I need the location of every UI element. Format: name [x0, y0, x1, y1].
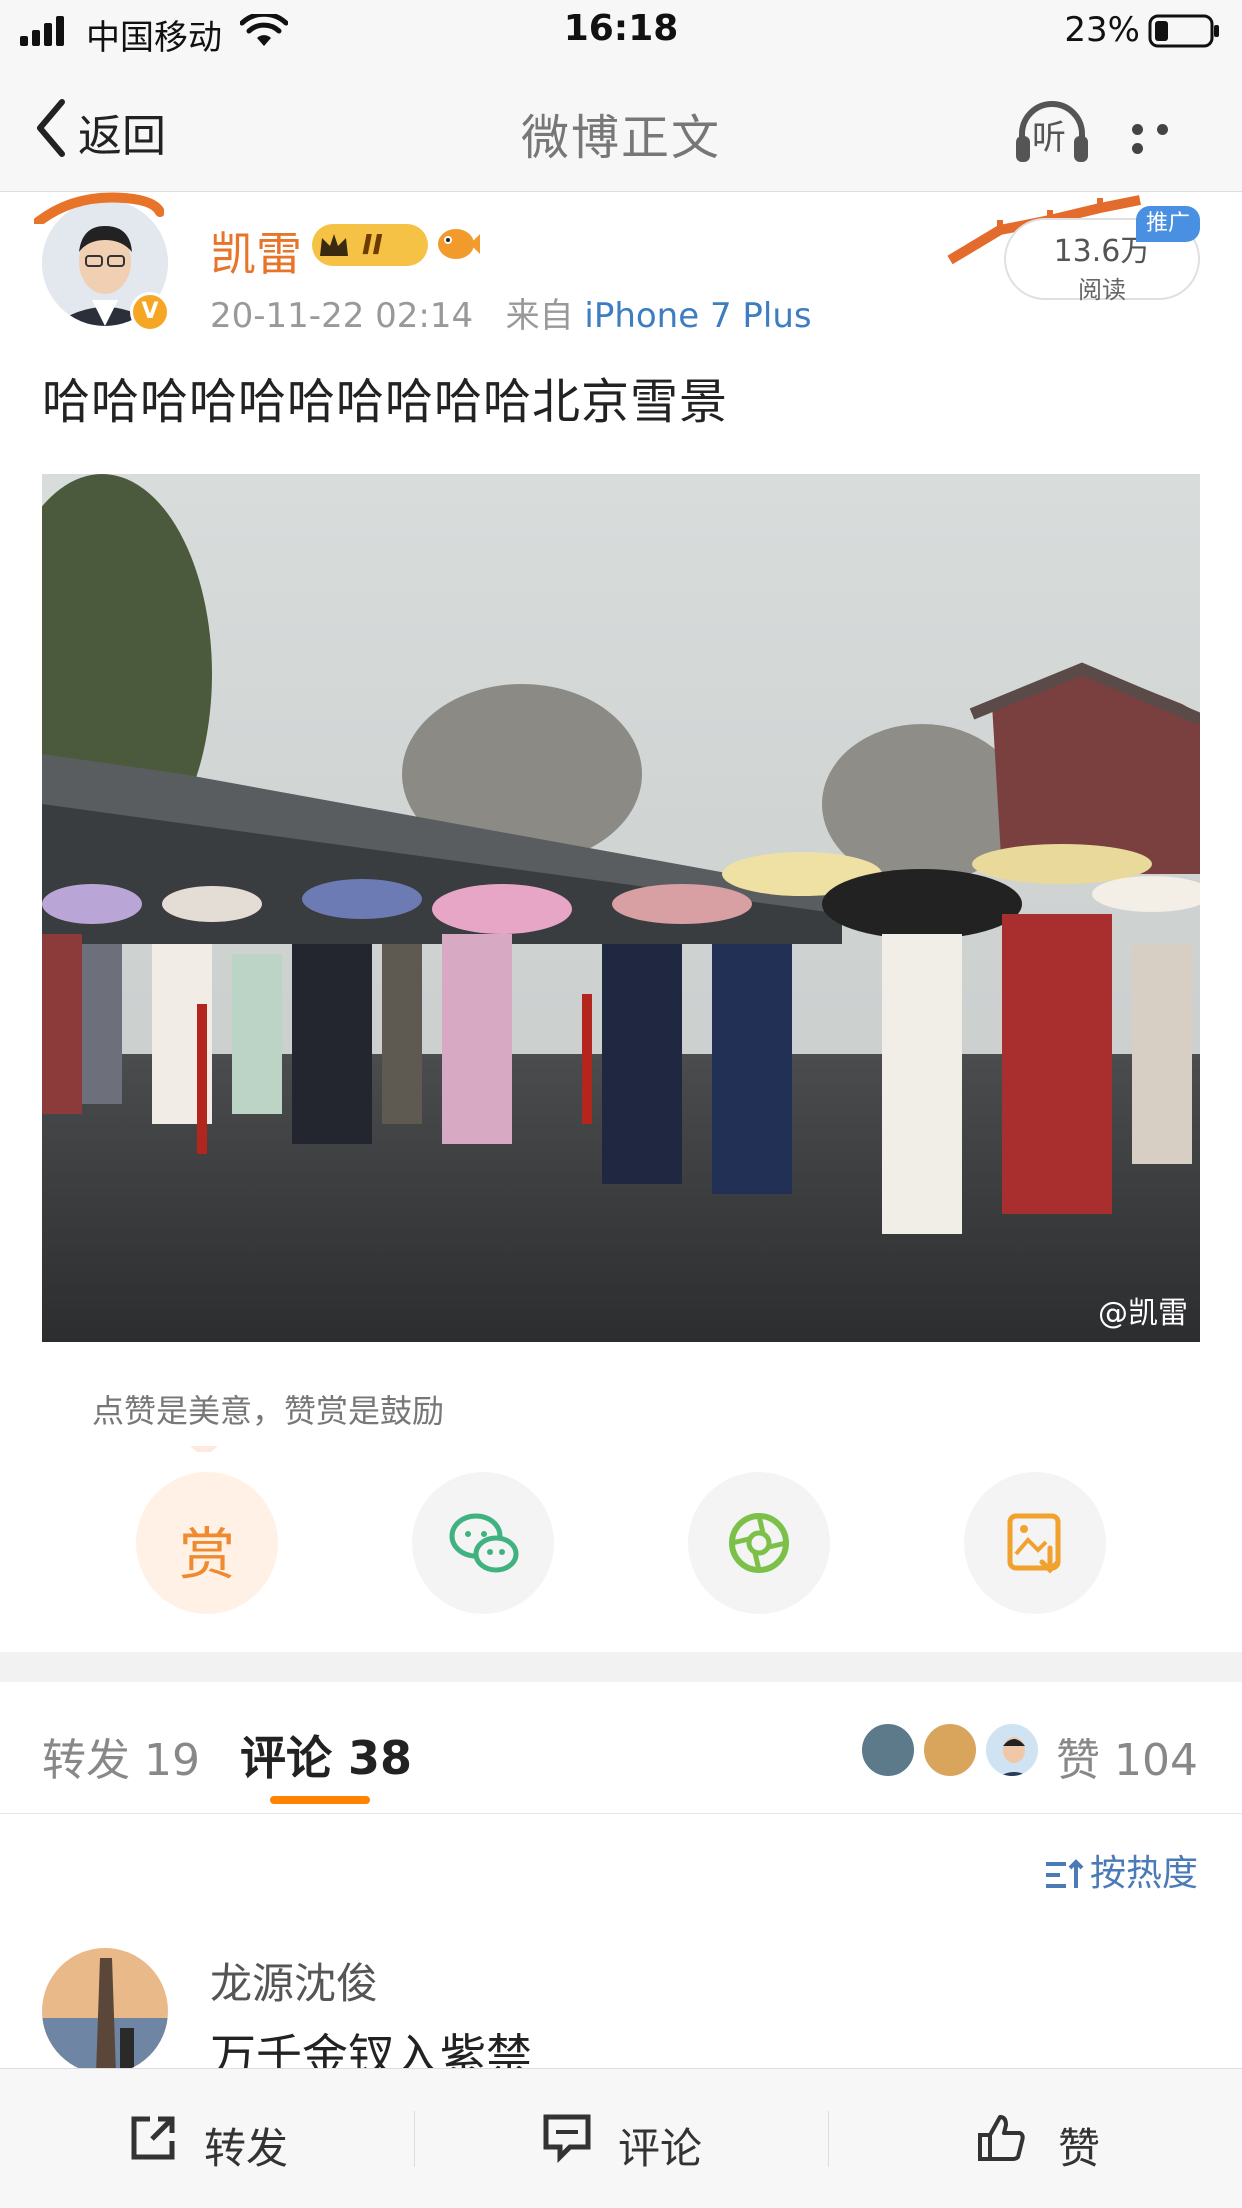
post-meta: 20-11-22 02:14 来自 iPhone 7 Plus: [210, 288, 812, 337]
moments-icon: [729, 1513, 789, 1573]
post-date: 20-11-22 02:14: [210, 296, 474, 336]
weibo-post-page: 中国移动 16:18 23% 返回 微博正文 听 V 凯雷 II 20-11-2…: [0, 0, 1242, 2208]
dot-icon: [1132, 124, 1143, 135]
likes-count: 104: [1114, 1735, 1198, 1786]
fish-icon: [438, 229, 480, 259]
comment-label: 评论: [618, 2124, 703, 2173]
likes-label: 赞: [1056, 1735, 1101, 1786]
promote-tag[interactable]: 推广: [1136, 206, 1200, 242]
tabs-divider: [0, 1813, 1242, 1814]
source-device-link[interactable]: iPhone 7 Plus: [584, 296, 811, 336]
reward-button[interactable]: 赏: [136, 1472, 278, 1614]
repost-label: 转发: [204, 2124, 289, 2173]
reward-icon: 赏: [179, 1523, 235, 1588]
commenter-avatar[interactable]: [42, 1948, 168, 2074]
liker-avatar[interactable]: [922, 1722, 978, 1778]
nav-bar: 返回 微博正文 听: [0, 62, 1242, 192]
comment-icon: [543, 2114, 591, 2163]
battery-percent: 23%: [1064, 10, 1140, 50]
wechat-icon: [449, 1513, 519, 1573]
save-image-button[interactable]: [964, 1472, 1106, 1614]
snow-scene-photo: [42, 474, 1200, 1342]
dot-icon: [1157, 124, 1168, 135]
status-bar: 中国移动 16:18 23%: [0, 0, 1242, 62]
member-badge[interactable]: II: [312, 224, 428, 266]
bottom-toolbar: 转发 评论 赞: [0, 2068, 1242, 2208]
liker-avatar[interactable]: [984, 1722, 1040, 1778]
post-text: 哈哈哈哈哈哈哈哈哈哈北京雪景: [42, 374, 729, 430]
sort-label: 按热度: [1089, 1853, 1198, 1894]
author-name[interactable]: 凯雷: [210, 218, 302, 284]
like-label: 赞: [1058, 2124, 1101, 2173]
image-watermark: @凯雷: [1098, 1296, 1188, 1331]
likes-summary[interactable]: 赞 104: [1056, 1724, 1198, 1788]
read-label: 阅读: [1078, 276, 1126, 304]
source-prefix: 来自: [505, 296, 574, 336]
section-divider: [0, 1652, 1242, 1682]
avatar-frame-decoration: [33, 192, 165, 227]
thumbs-up-icon: [978, 2115, 1025, 2161]
liker-avatar[interactable]: [860, 1722, 916, 1778]
sort-button[interactable]: 按热度: [1044, 1844, 1198, 1896]
repost-button[interactable]: 转发: [0, 2069, 414, 2208]
share-wechat-button[interactable]: [412, 1472, 554, 1614]
active-tab-indicator: [270, 1796, 370, 1804]
tab-comments[interactable]: 评论 38: [240, 1722, 412, 1788]
listen-label: 听: [1032, 118, 1066, 158]
like-button[interactable]: 赞: [828, 2069, 1242, 2208]
crown-icon: [320, 234, 348, 256]
battery-icon: [1148, 14, 1219, 48]
commenter-name[interactable]: 龙源沈俊: [210, 1950, 378, 2011]
save-image-icon: [1007, 1513, 1061, 1574]
repost-icon: [131, 2116, 175, 2160]
post-image[interactable]: @凯雷: [42, 474, 1200, 1342]
reward-tooltip-text: 点赞是美意，赞赏是鼓励: [92, 1392, 445, 1430]
comment-button[interactable]: 评论: [414, 2069, 828, 2208]
tab-reposts[interactable]: 转发 19: [42, 1724, 200, 1788]
dot-icon: [1132, 143, 1143, 154]
share-moments-button[interactable]: [688, 1472, 830, 1614]
clock: 16:18: [563, 8, 679, 49]
verified-icon: V: [130, 292, 170, 332]
more-options-button[interactable]: [1132, 120, 1202, 154]
listen-button[interactable]: 听: [1014, 96, 1090, 166]
member-level: II: [362, 228, 383, 261]
sort-icon: [1045, 1859, 1084, 1888]
